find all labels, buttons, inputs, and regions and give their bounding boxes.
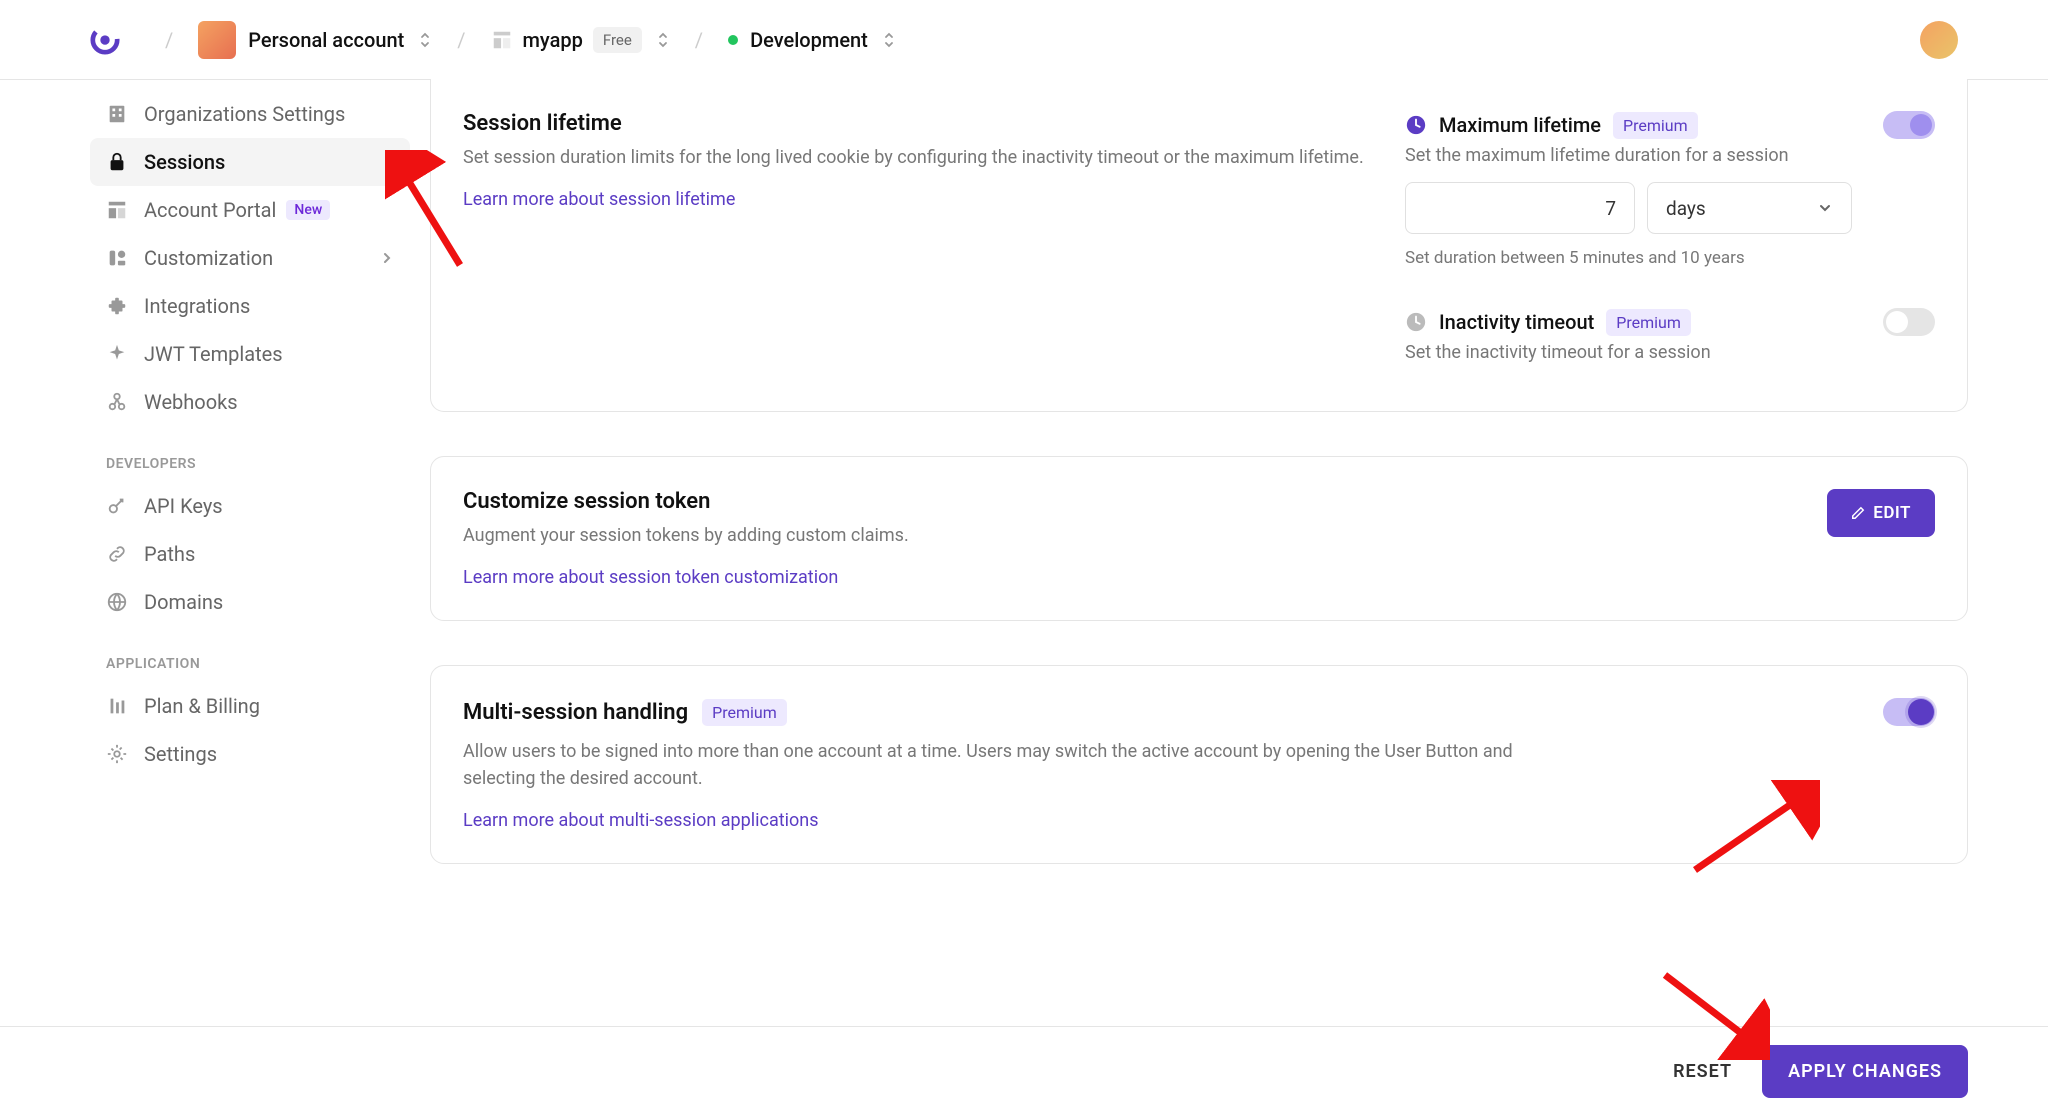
clock-icon — [1405, 311, 1427, 333]
customize-token-card: Customize session token Augment your ses… — [430, 456, 1968, 621]
card-description: Set session duration limits for the long… — [463, 144, 1375, 171]
inactivity-timeout-toggle[interactable] — [1883, 308, 1935, 336]
sidebar-item-account-portal[interactable]: Account Portal New — [90, 186, 410, 234]
card-title: Customize session token — [463, 489, 909, 514]
sidebar-item-customization[interactable]: Customization — [90, 234, 410, 282]
env-selector[interactable]: Development — [728, 28, 896, 52]
webhook-icon — [106, 391, 128, 413]
key-icon — [106, 495, 128, 517]
breadcrumb-separator: / — [457, 28, 465, 52]
sparkle-icon — [106, 343, 128, 365]
chevron-right-icon — [380, 251, 394, 265]
premium-badge: Premium — [1606, 309, 1691, 336]
multi-session-toggle[interactable] — [1883, 698, 1935, 726]
maximum-lifetime-toggle[interactable] — [1883, 111, 1935, 139]
billing-icon — [106, 695, 128, 717]
account-selector[interactable]: Personal account — [198, 21, 432, 59]
status-dot-icon — [728, 35, 738, 45]
sidebar-item-label: Domains — [144, 590, 223, 614]
setting-title: Inactivity timeout — [1439, 310, 1594, 334]
updown-icon — [882, 30, 896, 50]
account-avatar — [198, 21, 236, 59]
apply-changes-button[interactable]: APPLY CHANGES — [1762, 1045, 1968, 1098]
setting-description: Set the maximum lifetime duration for a … — [1405, 145, 1935, 166]
account-name: Personal account — [248, 28, 404, 52]
sidebar-item-plan-billing[interactable]: Plan & Billing — [90, 682, 410, 730]
footer-bar: RESET APPLY CHANGES — [0, 1026, 2048, 1116]
main-content: Session lifetime Set session duration li… — [410, 80, 2048, 908]
setting-description: Set the inactivity timeout for a session — [1405, 342, 1935, 363]
section-application: APPLICATION — [90, 626, 410, 682]
learn-more-link[interactable]: Learn more about session token customiza… — [463, 567, 838, 588]
premium-badge: Premium — [1613, 112, 1698, 139]
sidebar-item-sessions[interactable]: Sessions — [90, 138, 410, 186]
pencil-icon — [1851, 506, 1865, 520]
sidebar-item-settings[interactable]: Settings — [90, 730, 410, 778]
sidebar-item-paths[interactable]: Paths — [90, 530, 410, 578]
sidebar-item-domains[interactable]: Domains — [90, 578, 410, 626]
sidebar-item-label: Account Portal — [144, 198, 276, 222]
sidebar-item-label: API Keys — [144, 494, 223, 518]
breadcrumb-separator: / — [165, 28, 173, 52]
lifetime-unit-select[interactable]: days — [1647, 182, 1852, 234]
sidebar-item-api-keys[interactable]: API Keys — [90, 482, 410, 530]
edit-button[interactable]: EDIT — [1827, 489, 1935, 537]
organization-icon — [106, 103, 128, 125]
card-description: Augment your session tokens by adding cu… — [463, 522, 909, 549]
puzzle-icon — [106, 295, 128, 317]
breadcrumb: / Personal account / myapp Free / Develo… — [0, 0, 2048, 80]
setting-hint: Set duration between 5 minutes and 10 ye… — [1405, 248, 1935, 268]
sidebar-item-label: Webhooks — [144, 390, 238, 414]
sidebar-item-jwt-templates[interactable]: JWT Templates — [90, 330, 410, 378]
sidebar-item-label: Settings — [144, 742, 217, 766]
inactivity-timeout-setting: Inactivity timeout Premium Set the inact… — [1405, 308, 1935, 363]
sidebar-item-integrations[interactable]: Integrations — [90, 282, 410, 330]
sidebar-item-label: Sessions — [144, 150, 225, 174]
app-icon — [491, 29, 513, 51]
sidebar-item-label: Plan & Billing — [144, 694, 260, 718]
chevron-down-icon — [1817, 200, 1833, 216]
sidebar: Organizations Settings Sessions Account … — [0, 80, 410, 908]
lifetime-value-input[interactable] — [1405, 182, 1635, 234]
link-icon — [106, 543, 128, 565]
updown-icon — [418, 30, 432, 50]
learn-more-link[interactable]: Learn more about multi-session applicati… — [463, 810, 819, 831]
clock-icon — [1405, 114, 1427, 136]
multi-session-card: Multi-session handling Premium Allow use… — [430, 665, 1968, 864]
card-description: Allow users to be signed into more than … — [463, 738, 1563, 792]
plan-badge: Free — [593, 27, 642, 53]
user-avatar[interactable] — [1920, 21, 1958, 59]
sidebar-item-label: Organizations Settings — [144, 102, 345, 126]
section-developers: DEVELOPERS — [90, 426, 410, 482]
learn-more-link[interactable]: Learn more about session lifetime — [463, 189, 735, 210]
new-badge: New — [286, 200, 330, 220]
card-title: Session lifetime — [463, 111, 1375, 136]
sidebar-item-label: Paths — [144, 542, 195, 566]
session-lifetime-card: Session lifetime Set session duration li… — [430, 79, 1968, 412]
sidebar-item-organizations-settings[interactable]: Organizations Settings — [90, 90, 410, 138]
reset-button[interactable]: RESET — [1673, 1061, 1732, 1082]
updown-icon — [656, 30, 670, 50]
breadcrumb-separator: / — [695, 28, 703, 52]
globe-icon — [106, 591, 128, 613]
maximum-lifetime-setting: Maximum lifetime Premium Set the maximum… — [1405, 111, 1935, 268]
sidebar-item-label: Integrations — [144, 294, 250, 318]
brand-logo — [90, 25, 120, 55]
button-label: EDIT — [1873, 503, 1911, 523]
lock-icon — [106, 151, 128, 173]
card-title: Multi-session handling — [463, 700, 688, 725]
app-name: myapp — [523, 28, 583, 52]
app-selector[interactable]: myapp Free — [491, 27, 670, 53]
env-name: Development — [750, 28, 868, 52]
select-value: days — [1666, 197, 1706, 220]
sidebar-item-label: JWT Templates — [144, 342, 283, 366]
customization-icon — [106, 247, 128, 269]
sidebar-item-label: Customization — [144, 246, 273, 270]
portal-icon — [106, 199, 128, 221]
premium-badge: Premium — [702, 699, 787, 726]
sidebar-item-webhooks[interactable]: Webhooks — [90, 378, 410, 426]
setting-title: Maximum lifetime — [1439, 113, 1601, 137]
gear-icon — [106, 743, 128, 765]
